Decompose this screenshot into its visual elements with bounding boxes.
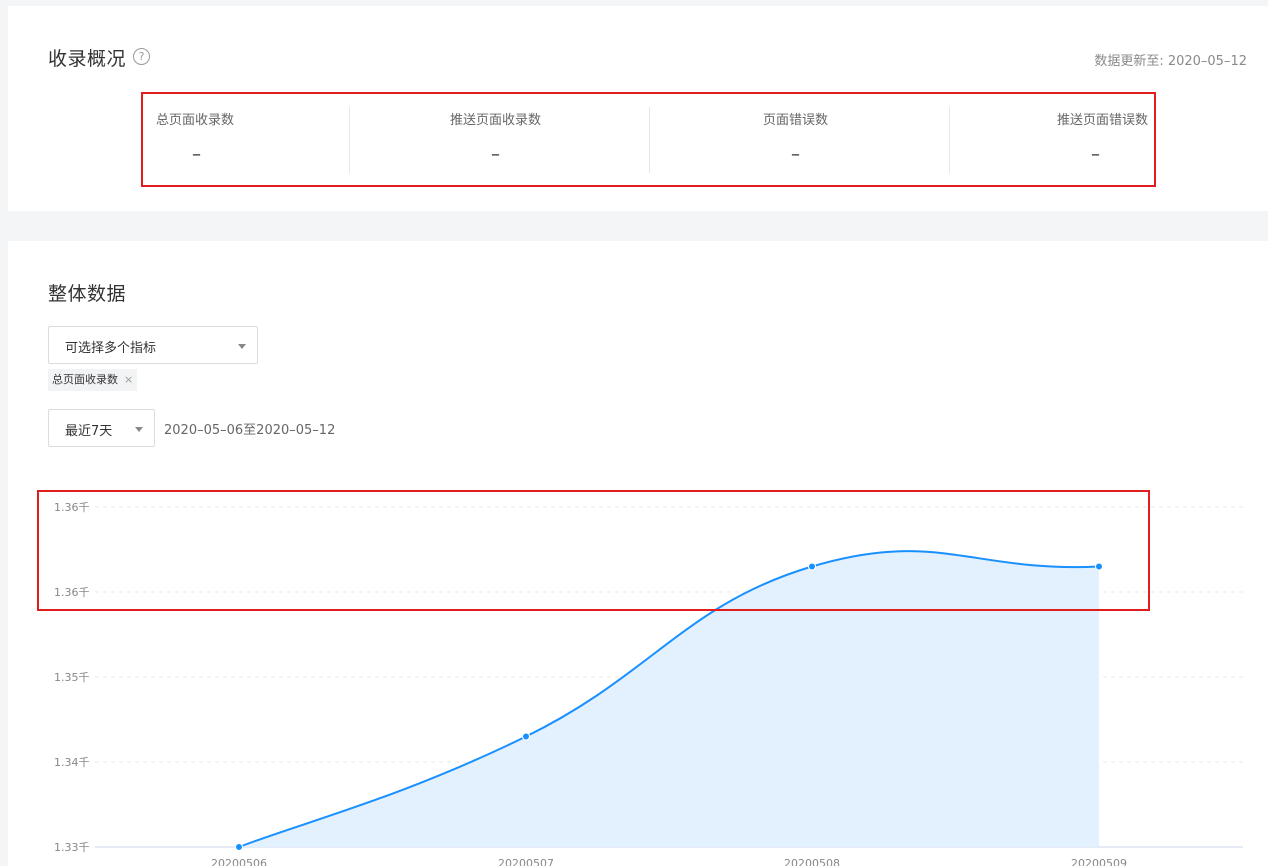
y-tick-label: 1.33千 bbox=[54, 841, 90, 854]
y-tick-label: 1.35千 bbox=[54, 671, 90, 684]
data-point bbox=[235, 843, 243, 851]
x-tick-label: 20200509 bbox=[1071, 857, 1127, 866]
data-point bbox=[522, 732, 530, 741]
x-tick-label: 20200508 bbox=[784, 857, 840, 866]
y-tick-label: 1.34千 bbox=[54, 756, 90, 769]
x-tick-label: 20200506 bbox=[211, 857, 267, 866]
x-tick-label: 20200507 bbox=[498, 857, 554, 866]
trend-chart: 1.33千1.34千1.35千1.36千1.36千20200506 2020050… bbox=[54, 501, 1243, 866]
chart-highlight-box bbox=[37, 490, 1150, 611]
